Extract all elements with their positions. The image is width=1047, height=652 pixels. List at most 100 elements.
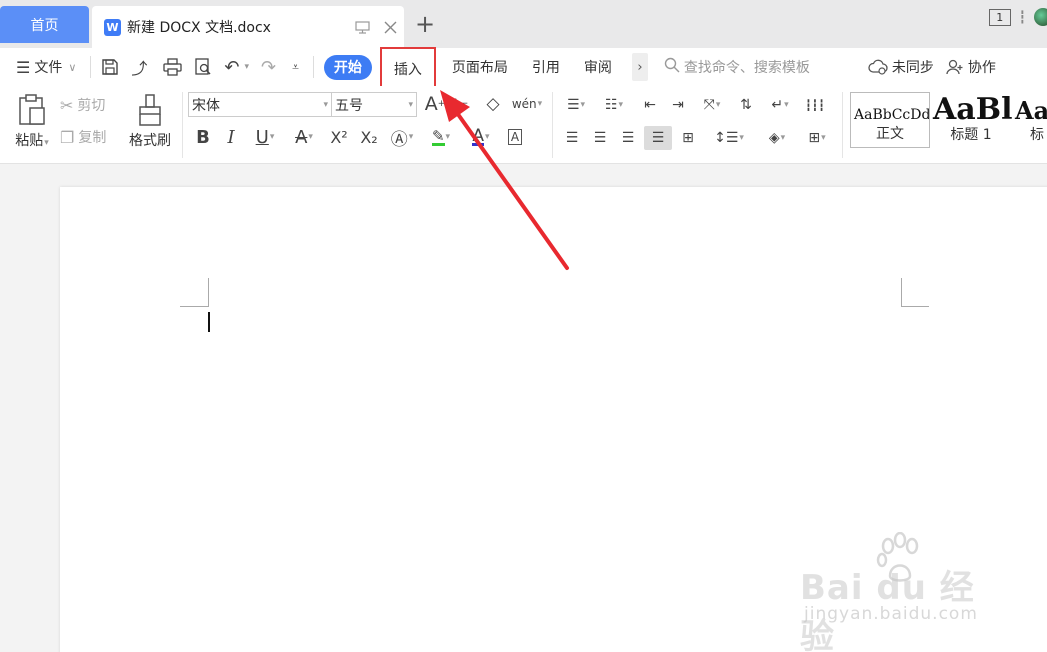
font-size-select[interactable]: 五号 ▾ [331, 92, 417, 117]
font-name-value: 宋体 [192, 97, 220, 114]
cut-label: 剪切 [77, 98, 106, 114]
show-marks-button[interactable]: ↵ ▾ [764, 94, 796, 116]
style-name: 标 [1030, 127, 1044, 143]
divider [552, 92, 553, 158]
save-icon [102, 59, 119, 75]
ruler-icon[interactable]: ┇┇┇ [802, 94, 828, 116]
tab-start[interactable]: 开始 [323, 54, 372, 80]
page-count-icon[interactable]: 1 [988, 8, 1011, 26]
file-menu[interactable]: ☰ 文件 ∨ [10, 53, 86, 81]
monitor-icon[interactable] [348, 13, 376, 41]
wps-writer-icon: W [104, 18, 121, 36]
brush-icon [139, 94, 161, 126]
increase-indent-button[interactable]: ⇥ [666, 94, 690, 116]
search-icon [664, 57, 680, 77]
redo-button[interactable]: ↷ [255, 53, 286, 81]
bullets-button[interactable]: ☰ ▾ [560, 94, 592, 116]
more-tabs-button[interactable]: › [631, 53, 648, 81]
chevron-down-icon: ▾ [244, 62, 250, 72]
watermark: Bai du 经验 jingyan.baidu.com [800, 532, 1000, 652]
line-spacing-button[interactable]: ↕☰ ▾ [712, 126, 746, 150]
shrink-font-button[interactable]: A − [448, 92, 470, 116]
search-placeholder: 查找命令、搜索模板 [683, 60, 810, 76]
strikethrough-button[interactable]: A ▾ [286, 124, 322, 150]
text-effect-button[interactable]: Ⓐ ▾ [386, 124, 418, 150]
style-normal[interactable]: AaBbCcDd 正文 [850, 92, 930, 148]
tab-references[interactable]: 引用 [520, 53, 572, 81]
underline-button[interactable]: U ▾ [248, 124, 282, 150]
copy-label: 复制 [78, 130, 107, 146]
hamburger-icon: ☰ [16, 57, 31, 77]
format-painter-label: 格式刷 [129, 133, 171, 149]
decrease-indent-button[interactable]: ⇤ [638, 94, 662, 116]
export-button[interactable]: ⤴ [125, 53, 157, 81]
format-painter-button[interactable]: 格式刷 [124, 92, 176, 152]
style-preview: AaBbCcDd [854, 107, 930, 123]
bold-button[interactable]: B [192, 124, 214, 150]
style-preview: Aa [1015, 96, 1047, 125]
highlighter-icon: ✎ [431, 126, 445, 146]
crop-mark [208, 278, 209, 307]
char-border-button[interactable]: A [504, 124, 526, 150]
char-border-icon: A [507, 129, 523, 145]
divider [312, 56, 314, 78]
print-preview-button[interactable] [188, 53, 218, 81]
eraser-icon[interactable]: ◇ [482, 92, 504, 116]
quick-access-dropdown[interactable]: ⩡ [286, 53, 309, 81]
close-icon[interactable] [376, 13, 404, 41]
divider [182, 92, 183, 158]
file-menu-label: 文件 [34, 60, 63, 76]
chinese-layout-button[interactable]: ⤧ ▾ [696, 94, 728, 116]
tab-insert[interactable]: 插入 [379, 47, 436, 91]
tab-review[interactable]: 审阅 [572, 53, 624, 81]
font-name-select[interactable]: 宋体 ▾ [188, 92, 332, 117]
undo-button[interactable]: ↶ ▾ [218, 53, 255, 81]
superscript-button[interactable]: X² [326, 124, 352, 150]
justify-button[interactable]: ☰ [644, 126, 672, 150]
align-center-button[interactable]: ☰ [588, 126, 612, 150]
cut-button[interactable]: ✂ 剪切 [60, 94, 105, 116]
highlight-button[interactable]: ✎ ▾ [424, 124, 458, 150]
clipboard-icon [19, 94, 45, 125]
chevron-down-icon: ∨ [68, 60, 77, 74]
user-add-icon [946, 59, 963, 75]
align-left-button[interactable]: ☰ [560, 126, 584, 150]
distributed-button[interactable]: ⊞ [676, 126, 700, 150]
copy-button[interactable]: ❐ 复制 [60, 126, 106, 148]
style-heading-1[interactable]: AaBl 标题 1 [930, 92, 1012, 148]
borders-button[interactable]: ⊞ ▾ [800, 126, 834, 150]
watermark-site: jingyan.baidu.com [804, 604, 978, 624]
collaborate-button[interactable]: 协作 [940, 53, 1002, 81]
sync-button[interactable]: 未同步 [862, 53, 940, 81]
print-button[interactable] [157, 53, 188, 81]
style-heading-2[interactable]: Aa 标 [1012, 92, 1047, 148]
document-tab-title: 新建 DOCX 文档.docx [127, 20, 271, 36]
font-size-value: 五号 [335, 97, 363, 114]
text-cursor [208, 312, 210, 332]
tab-home[interactable]: 首页 [0, 6, 89, 43]
save-button[interactable] [95, 53, 125, 81]
italic-button[interactable]: I [220, 124, 242, 150]
subscript-button[interactable]: X₂ [356, 124, 382, 150]
align-right-button[interactable]: ☰ [616, 126, 640, 150]
crop-mark [180, 306, 208, 307]
tab-document[interactable]: W 新建 DOCX 文档.docx [92, 6, 404, 48]
cloud-sync-icon [868, 59, 888, 75]
style-preview: AaBl [933, 92, 1012, 127]
font-color-button[interactable]: A ▾ [464, 124, 498, 150]
tab-page-layout[interactable]: 页面布局 [440, 53, 520, 81]
paste-button[interactable]: 粘贴▾ [10, 92, 54, 152]
sort-button[interactable]: ⇅ [734, 94, 758, 116]
paste-label: 粘贴▾ [15, 133, 49, 149]
new-tab-button[interactable]: + [412, 10, 438, 38]
numbering-button[interactable]: ☷ ▾ [598, 94, 630, 116]
tab-bar: 首页 W 新建 DOCX 文档.docx + 1 ┇ [0, 0, 1047, 48]
shading-button[interactable]: ◈ ▾ [760, 126, 794, 150]
bars-icon: ┇ [1018, 10, 1026, 24]
pinyin-guide-button[interactable]: wén ▾ [510, 92, 544, 116]
sync-label: 未同步 [891, 60, 934, 76]
grow-font-button[interactable]: A + [424, 92, 446, 116]
command-search[interactable]: 查找命令、搜索模板 [664, 57, 850, 77]
avatar[interactable] [1034, 8, 1047, 26]
divider [842, 92, 843, 158]
